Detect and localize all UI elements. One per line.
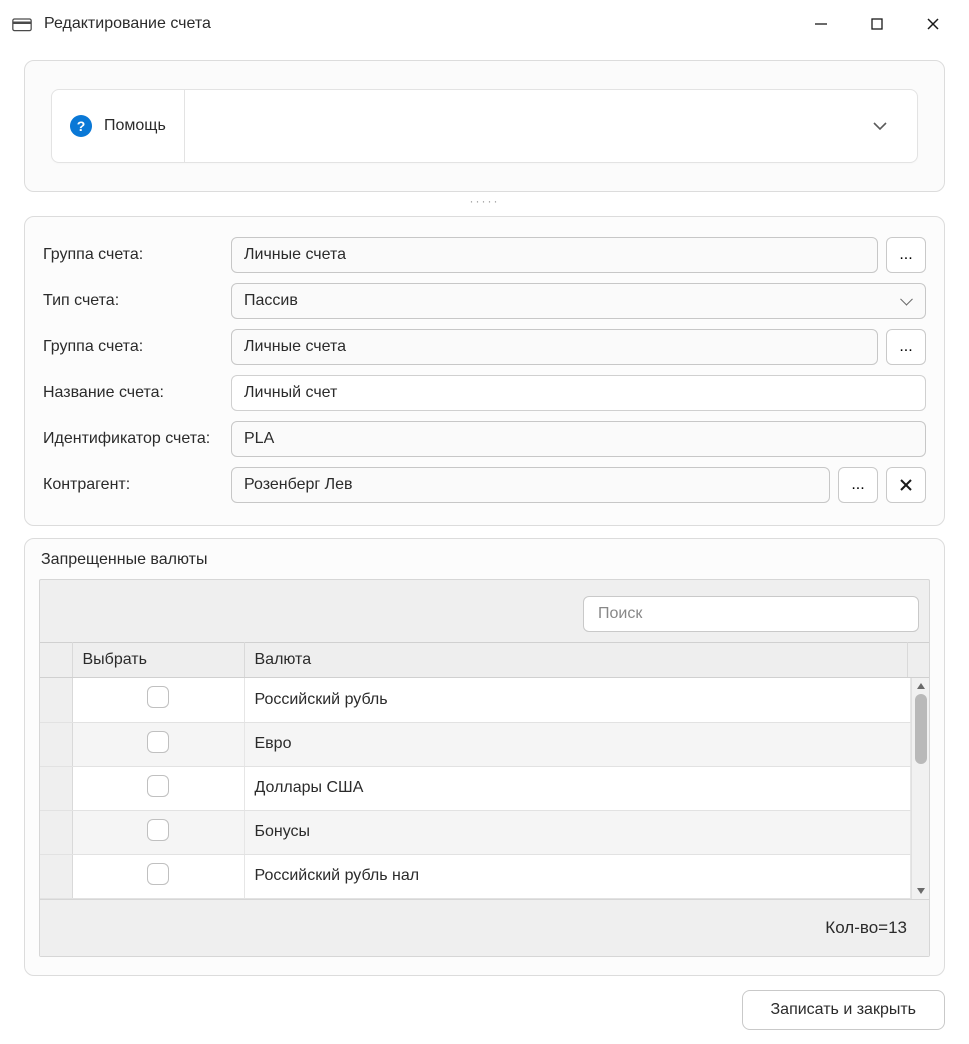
scroll-down-arrow[interactable]	[912, 883, 929, 899]
help-header[interactable]: ? Помощь	[52, 90, 185, 162]
row-select-cell[interactable]	[72, 854, 244, 898]
label-counterparty: Контрагент:	[43, 476, 231, 494]
table-row[interactable]: Доллары США	[40, 766, 911, 810]
help-panel: ? Помощь	[24, 60, 945, 192]
label-name: Название счета:	[43, 384, 231, 402]
app-icon	[12, 16, 32, 32]
input-ident[interactable]: PLA	[231, 421, 926, 457]
row-name: Название счета: Личный счет	[43, 375, 926, 411]
currencies-grid-wrap: Выбрать Валюта Российский рубль	[39, 579, 930, 957]
label-ident: Идентификатор счета:	[43, 430, 231, 448]
search-input[interactable]	[583, 596, 919, 632]
currencies-panel: Запрещенные валюты Выбрать Валюта	[24, 538, 945, 976]
row-lead	[40, 810, 72, 854]
help-icon: ?	[70, 115, 92, 137]
checkbox[interactable]	[147, 775, 169, 797]
vertical-scrollbar[interactable]	[911, 678, 929, 899]
row-select-cell[interactable]	[72, 722, 244, 766]
row-group2: Группа счета: Личные счета ...	[43, 329, 926, 365]
splitter-handle[interactable]: ·····	[24, 194, 945, 208]
row-lead	[40, 678, 72, 722]
input-counterparty[interactable]: Розенберг Лев	[231, 467, 830, 503]
row-currency: Евро	[244, 722, 911, 766]
window-controls	[805, 8, 957, 40]
maximize-button[interactable]	[861, 8, 893, 40]
bottom-bar: Записать и закрыть	[0, 976, 969, 1044]
currencies-header-table: Выбрать Валюта	[40, 642, 929, 678]
row-counterparty: Контрагент: Розенберг Лев ...	[43, 467, 926, 503]
browse-counterparty-button[interactable]: ...	[838, 467, 878, 503]
grid-toolbar	[40, 590, 929, 642]
row-ident: Идентификатор счета: PLA	[43, 421, 926, 457]
header-scroll-spacer	[907, 643, 929, 678]
table-row[interactable]: Российский рубль нал	[40, 854, 911, 898]
checkbox[interactable]	[147, 819, 169, 841]
select-type[interactable]: Пассив	[231, 283, 926, 319]
close-icon	[900, 479, 912, 491]
help-card[interactable]: ? Помощь	[51, 89, 918, 163]
row-currency: Доллары США	[244, 766, 911, 810]
row-type: Тип счета: Пассив	[43, 283, 926, 319]
titlebar: Редактирование счета	[0, 0, 969, 48]
row-select-cell[interactable]	[72, 766, 244, 810]
grid-body-wrap: Российский рубль Евро Доллары США	[40, 678, 929, 899]
label-group1: Группа счета:	[43, 246, 231, 264]
help-label: Помощь	[104, 117, 166, 135]
clear-counterparty-button[interactable]	[886, 467, 926, 503]
close-button[interactable]	[917, 8, 949, 40]
minimize-button[interactable]	[805, 8, 837, 40]
help-expand-area[interactable]	[185, 90, 917, 162]
scroll-up-arrow[interactable]	[912, 678, 929, 694]
currencies-legend: Запрещенные валюты	[39, 549, 930, 579]
row-lead	[40, 722, 72, 766]
row-lead	[40, 854, 72, 898]
row-select-cell[interactable]	[72, 810, 244, 854]
browse-group2-button[interactable]: ...	[886, 329, 926, 365]
grid-footer: Кол-во=13	[40, 899, 929, 956]
table-row[interactable]: Российский рубль	[40, 678, 911, 722]
row-currency: Российский рубль нал	[244, 854, 911, 898]
row-currency: Российский рубль	[244, 678, 911, 722]
input-group1[interactable]: Личные счета	[231, 237, 878, 273]
table-row[interactable]: Евро	[40, 722, 911, 766]
input-group2[interactable]: Личные счета	[231, 329, 878, 365]
input-name[interactable]: Личный счет	[231, 375, 926, 411]
form-panel: Группа счета: Личные счета ... Тип счета…	[24, 216, 945, 526]
window-title: Редактирование счета	[44, 15, 211, 33]
checkbox[interactable]	[147, 863, 169, 885]
label-group2: Группа счета:	[43, 338, 231, 356]
checkbox[interactable]	[147, 686, 169, 708]
row-group1: Группа счета: Личные счета ...	[43, 237, 926, 273]
header-currency[interactable]: Валюта	[244, 643, 907, 678]
scroll-thumb[interactable]	[915, 694, 927, 764]
chevron-down-icon	[871, 117, 889, 135]
save-close-button[interactable]: Записать и закрыть	[742, 990, 946, 1030]
browse-group1-button[interactable]: ...	[886, 237, 926, 273]
label-type: Тип счета:	[43, 292, 231, 310]
header-select[interactable]: Выбрать	[72, 643, 244, 678]
row-select-cell[interactable]	[72, 678, 244, 722]
header-lead	[40, 643, 72, 678]
row-currency: Бонусы	[244, 810, 911, 854]
currencies-body-table: Российский рубль Евро Доллары США	[40, 678, 911, 899]
row-lead	[40, 766, 72, 810]
table-row[interactable]: Бонусы	[40, 810, 911, 854]
checkbox[interactable]	[147, 731, 169, 753]
